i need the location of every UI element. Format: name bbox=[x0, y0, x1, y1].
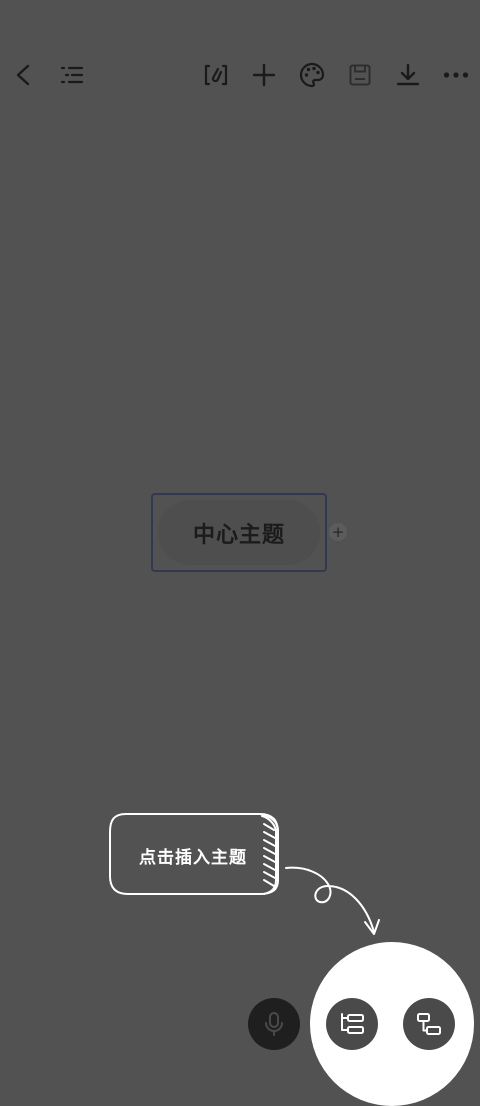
theme-button[interactable] bbox=[292, 52, 332, 98]
download-button[interactable] bbox=[388, 52, 428, 98]
top-toolbar bbox=[0, 52, 480, 98]
hint-text: 点击插入主题 bbox=[139, 847, 247, 868]
download-icon bbox=[396, 63, 420, 86]
palette-icon bbox=[299, 62, 325, 88]
central-topic-selection[interactable]: 中心主题 bbox=[151, 493, 327, 572]
insert-child-topic-icon bbox=[417, 1013, 441, 1035]
save-icon bbox=[349, 64, 371, 86]
insert-sibling-topic-button[interactable] bbox=[326, 998, 378, 1050]
outline-button[interactable] bbox=[52, 52, 92, 98]
microphone-icon bbox=[265, 1012, 283, 1036]
add-button[interactable] bbox=[244, 52, 284, 98]
back-icon bbox=[16, 64, 30, 86]
hint-callout bbox=[109, 813, 380, 935]
voice-input-button[interactable] bbox=[248, 998, 300, 1050]
attachment-button[interactable] bbox=[196, 52, 236, 98]
add-icon bbox=[252, 63, 276, 87]
back-button[interactable] bbox=[4, 52, 44, 98]
central-topic[interactable]: 中心主题 bbox=[158, 500, 320, 565]
more-icon bbox=[443, 72, 469, 78]
save-button[interactable] bbox=[340, 52, 380, 98]
insert-sibling-topic-icon bbox=[341, 1013, 364, 1034]
add-child-topic-button[interactable]: + bbox=[329, 523, 347, 541]
insert-child-topic-button[interactable] bbox=[403, 998, 455, 1050]
more-button[interactable] bbox=[436, 52, 476, 98]
outline-icon bbox=[60, 66, 84, 84]
attachment-icon bbox=[204, 64, 228, 86]
